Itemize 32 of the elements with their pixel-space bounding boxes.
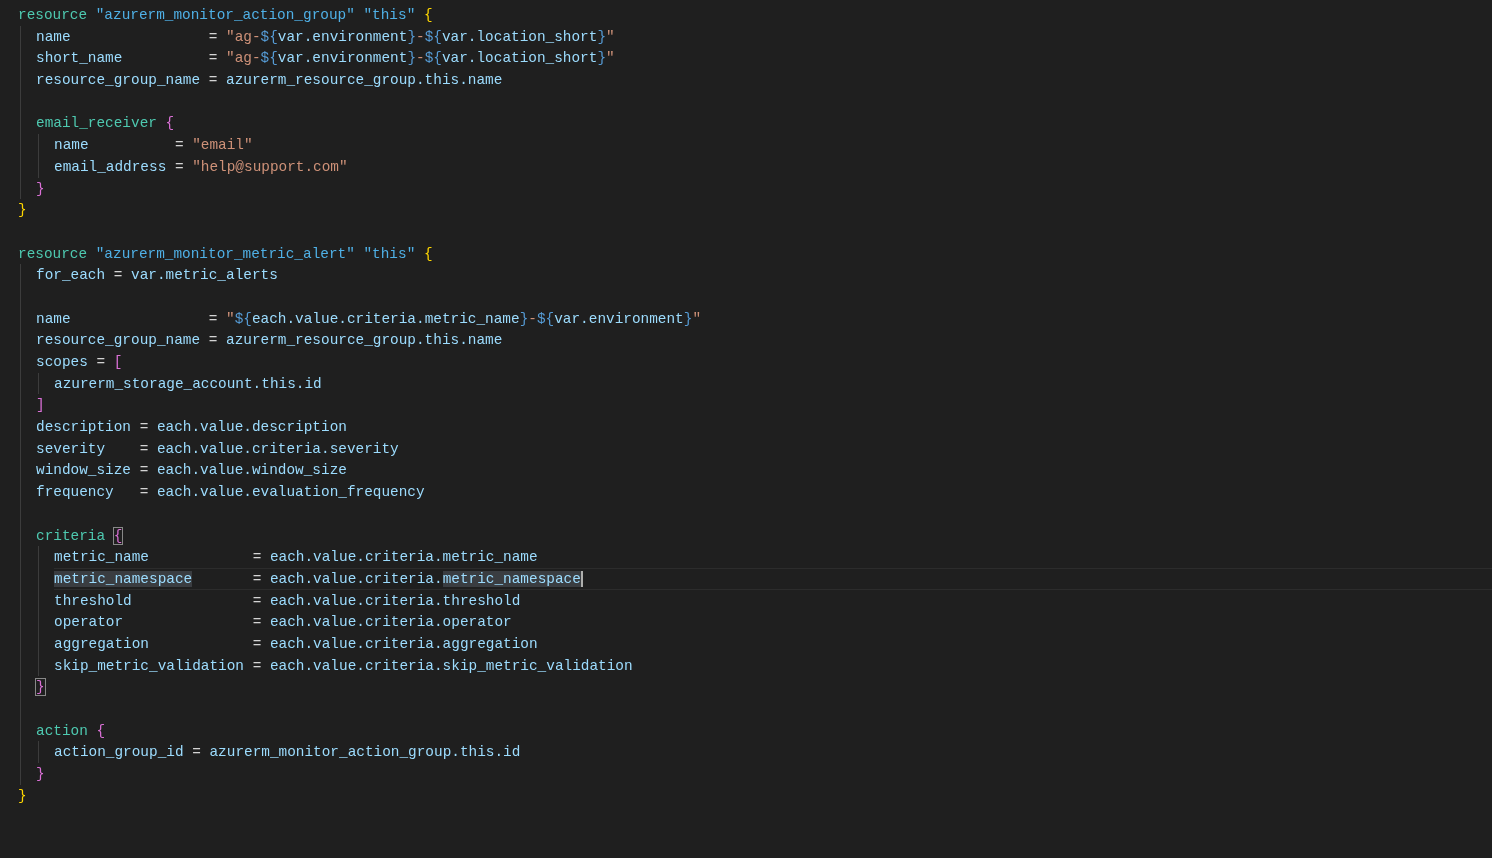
- code-line: name = "email": [54, 136, 254, 156]
- code-line: scopes = [: [36, 353, 124, 372]
- code-line: name = "${each.value.criteria.metric_name}-${var.environment}": [36, 309, 703, 329]
- code-line: description = each.value.description: [36, 418, 348, 438]
- code-line: }: [36, 678, 46, 698]
- code-line: metric_name = each.value.criteria.metric_name: [54, 548, 539, 568]
- code-line: action_group_id = azurerm_monitor_action_group.this.id: [54, 743, 522, 763]
- code-line: severity = each.value.criteria.severity: [36, 439, 400, 459]
- code-line: action {: [36, 721, 107, 741]
- code-line: }: [18, 201, 28, 221]
- code-line: name = "ag-${var.environment}-${var.location_short}": [36, 27, 616, 47]
- code-line: ]: [36, 396, 46, 416]
- code-line: }: [36, 765, 46, 785]
- code-line: metric_namespace = each.value.criteria.metric_namespace: [54, 567, 1492, 590]
- code-line: frequency = each.value.evaluation_frequency: [36, 483, 426, 503]
- code-line: resource "azurerm_monitor_action_group" "this" {: [18, 6, 434, 25]
- code-line: operator = each.value.criteria.operator: [54, 613, 513, 633]
- code-line: short_name = "ag-${var.environment}-${var.location_short}": [36, 49, 616, 69]
- code-line: skip_metric_validation = each.value.criteria.skip_metric_validation: [54, 656, 634, 676]
- code-line: email_address = "help@support.com": [54, 157, 349, 177]
- code-line: }: [36, 179, 46, 199]
- code-line: resource_group_name = azurerm_resource_group.this.name: [36, 331, 504, 351]
- code-line: criteria {: [36, 526, 124, 546]
- code-line: azurerm_storage_account.this.id: [54, 374, 323, 394]
- code-line: resource_group_name = azurerm_resource_group.this.name: [36, 71, 504, 91]
- code-line: window_size = each.value.window_size: [36, 461, 348, 481]
- code-line: threshold = each.value.criteria.threshold: [54, 591, 522, 611]
- code-line: for_each = var.metric_alerts: [36, 266, 279, 286]
- code-line: resource "azurerm_monitor_metric_alert" "this" {: [18, 244, 434, 264]
- code-line: email_receiver {: [36, 114, 176, 134]
- code-line: }: [18, 786, 28, 806]
- code-line: aggregation = each.value.criteria.aggregation: [54, 634, 539, 654]
